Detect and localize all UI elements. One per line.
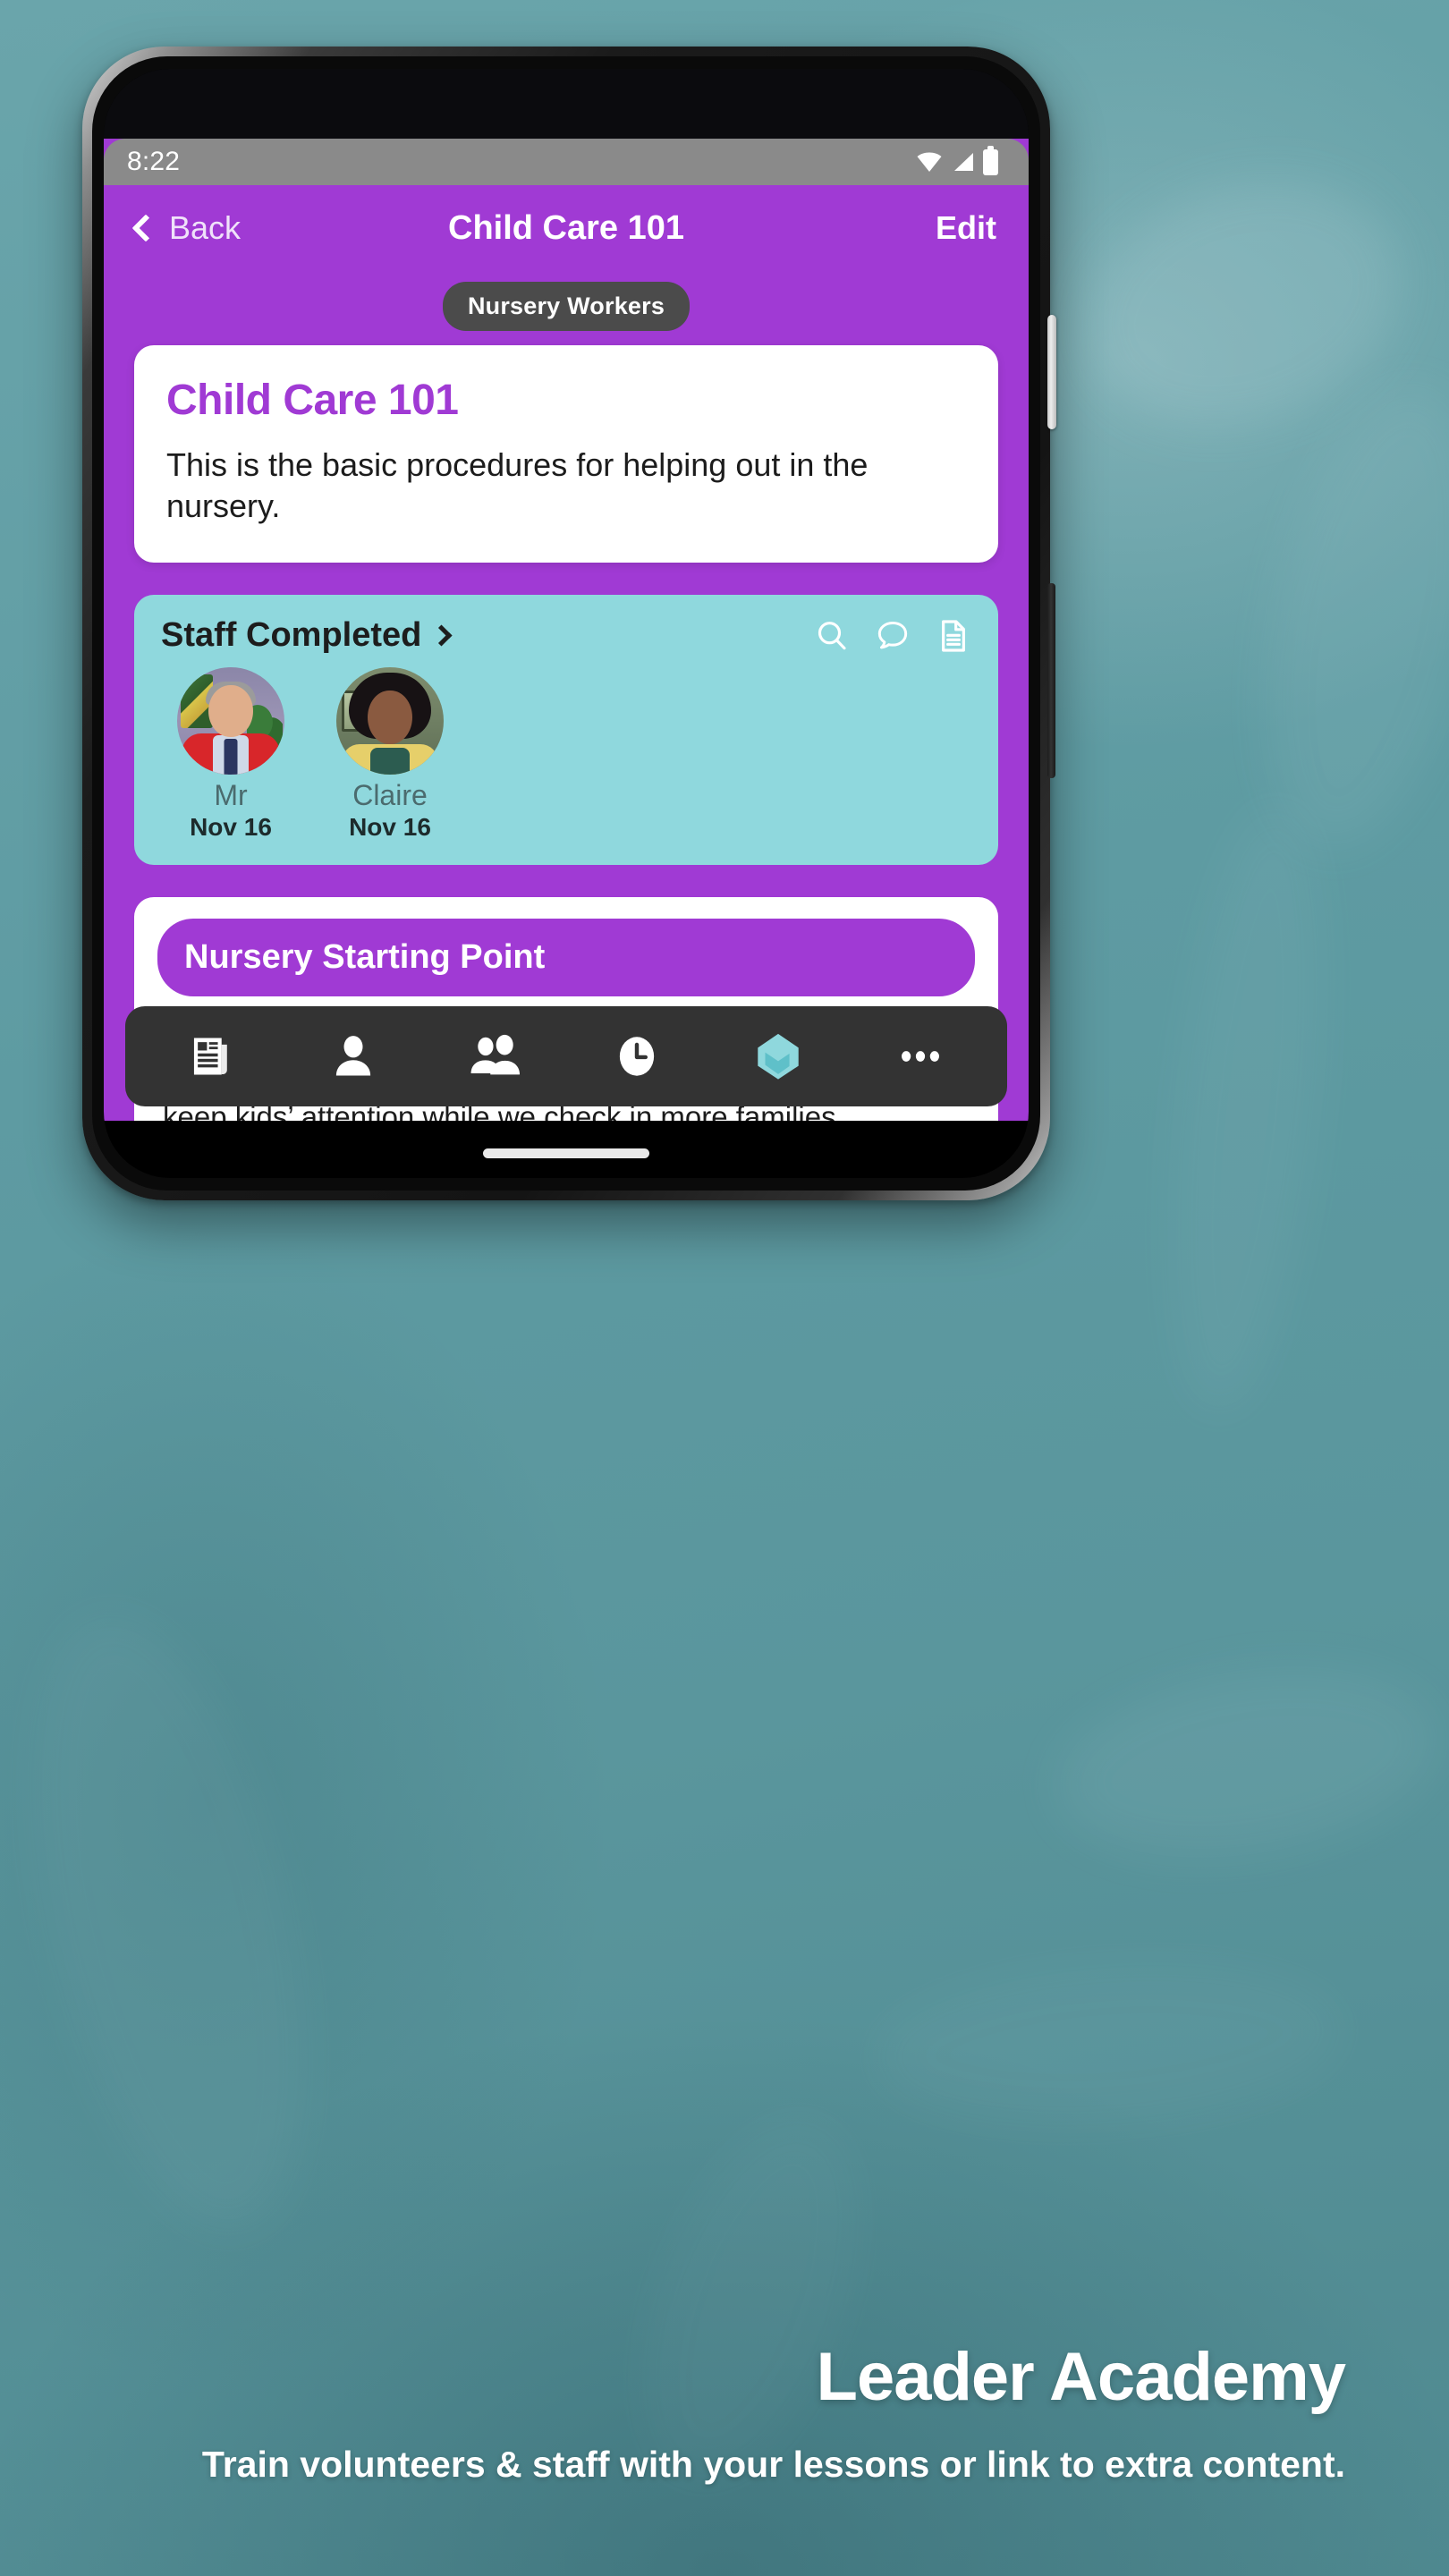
staff-avatar-list: Mr Nov 16 Claire Nov 16: [161, 667, 971, 842]
tab-person[interactable]: [303, 1006, 403, 1106]
avatar-date: Nov 16: [349, 813, 431, 842]
notch-area: [104, 69, 1029, 139]
staff-card-actions: [814, 618, 971, 654]
promo-title: Leader Academy: [816, 2339, 1346, 2416]
avatar-scarf: [370, 748, 410, 775]
home-indicator[interactable]: [483, 1148, 649, 1158]
edit-button[interactable]: Edit: [936, 209, 996, 247]
chevron-right-icon: [430, 624, 453, 647]
avatar: [336, 667, 444, 775]
avatar-name: Mr: [214, 779, 248, 812]
avatar: [177, 667, 284, 775]
volume-button[interactable]: [1047, 583, 1055, 778]
tab-more[interactable]: [870, 1006, 970, 1106]
staff-completed-card: Staff Completed Mr Nov 16 Claire Nov 16: [134, 595, 998, 866]
avatar-face: [368, 691, 412, 745]
status-bar-time: 8:22: [127, 147, 181, 176]
newspaper-icon: [194, 1038, 227, 1075]
chevron-left-icon: [131, 214, 160, 242]
avatar-date: Nov 16: [190, 813, 272, 842]
list-item[interactable]: Mr Nov 16: [168, 667, 293, 842]
promo-block: Leader Academy Train volunteers & staff …: [0, 2338, 1367, 2490]
nav-bar: Back Child Care 101 Edit: [104, 185, 1029, 271]
avatar-tie: [224, 739, 238, 775]
staff-completed-title-button[interactable]: Staff Completed: [161, 616, 453, 655]
overview-card-description: This is the basic procedures for helping…: [166, 446, 869, 525]
tab-newsfeed[interactable]: [162, 1006, 262, 1106]
power-button[interactable]: [1047, 315, 1056, 429]
lesson-banner-title[interactable]: Nursery Starting Point: [157, 919, 975, 997]
back-label: Back: [169, 209, 242, 246]
avatar-face: [208, 685, 253, 738]
person-icon: [336, 1036, 371, 1076]
avatar-name: Claire: [352, 779, 428, 812]
list-item[interactable]: Claire Nov 16: [327, 667, 453, 842]
status-bar: 8:22: [104, 139, 1029, 185]
phone-screen: 8:22 Back Child Care 101 Edit Nursery Wo…: [104, 69, 1029, 1178]
search-icon[interactable]: [814, 618, 850, 654]
staff-completed-header: Staff Completed: [161, 616, 971, 655]
tab-people[interactable]: [445, 1006, 546, 1106]
clock-icon: [620, 1037, 655, 1076]
comment-icon[interactable]: [875, 618, 911, 654]
group-chip[interactable]: Nursery Workers: [442, 282, 691, 331]
overview-card: Child Care 101 This is the basic procedu…: [134, 345, 998, 564]
app-viewport: 8:22 Back Child Care 101 Edit Nursery Wo…: [104, 139, 1029, 1121]
status-bar-icons: [916, 145, 998, 175]
people-group-icon: [470, 1034, 520, 1075]
promo-subtitle: Train volunteers & staff with your lesso…: [201, 2444, 1345, 2486]
back-button[interactable]: Back: [131, 209, 242, 247]
staff-completed-title: Staff Completed: [161, 616, 422, 655]
overview-card-title-wrap: Child Care 101: [134, 345, 998, 425]
overview-card-title: Child Care 101: [166, 377, 459, 424]
cellular-signal-icon: [954, 153, 973, 171]
phone-mockup: 8:22 Back Child Care 101 Edit Nursery Wo…: [82, 47, 1056, 1200]
page-title: Child Care 101: [448, 208, 684, 247]
graduation-cap-icon: [758, 1033, 800, 1080]
chip-row: Nursery Workers: [104, 271, 1029, 345]
tab-clock[interactable]: [587, 1006, 687, 1106]
wifi-icon: [917, 152, 942, 172]
content-area: Child Care 101 This is the basic procedu…: [104, 345, 1029, 1121]
tab-academy[interactable]: [728, 1006, 828, 1106]
document-icon[interactable]: [936, 618, 971, 654]
more-ellipsis-icon: [901, 1051, 939, 1062]
bottom-tab-bar: [125, 1006, 1007, 1106]
battery-icon: [983, 145, 998, 175]
